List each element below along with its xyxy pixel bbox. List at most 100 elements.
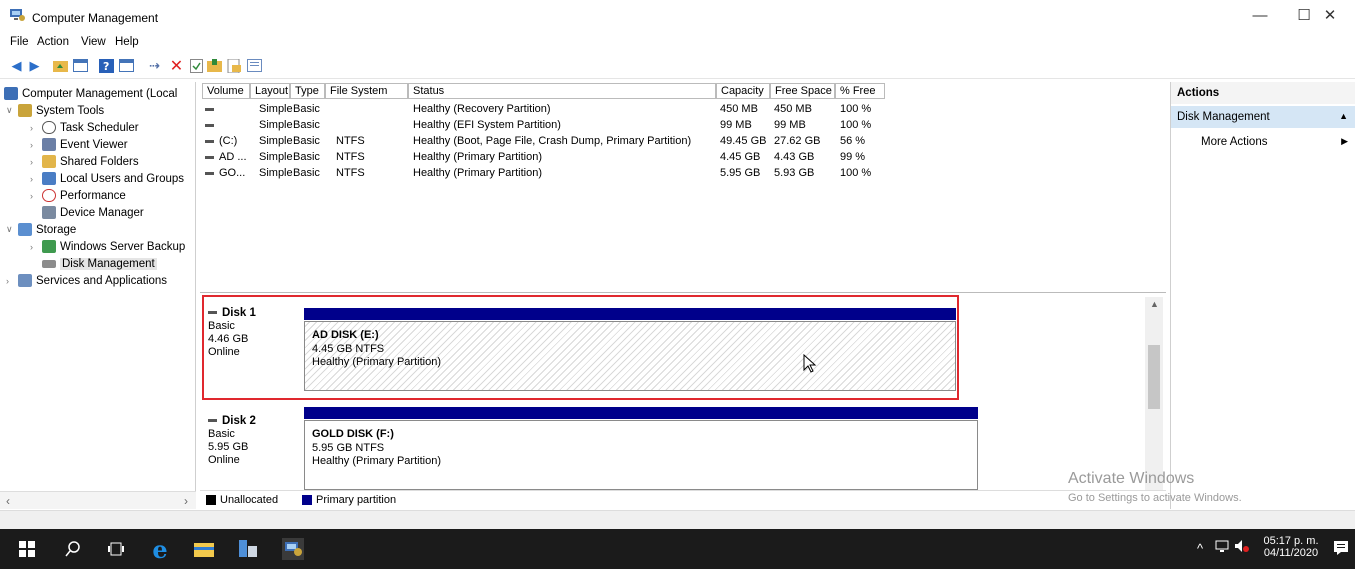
volume-list-header: Volume Layout Type File System Status Ca… [200,82,1166,100]
tree-item-event-viewer[interactable]: › Event Viewer [30,136,128,153]
show-tree-icon[interactable] [72,57,89,74]
clock-date: 04/11/2020 [1263,547,1319,559]
title-bar[interactable]: Computer Management — ☐ ✕ [0,0,1355,32]
actions-disk-management[interactable]: Disk Management ▲ [1171,106,1355,128]
scroll-right-icon[interactable]: › [184,494,188,508]
collapse-up-icon[interactable]: ▲ [1339,111,1348,121]
menu-action[interactable]: Action [37,36,69,48]
computer-management-icon[interactable] [282,538,304,560]
volume-icon [205,139,214,143]
column-header-free-space[interactable]: Free Space [770,83,835,99]
tree-item-storage[interactable]: ∨ Storage [6,221,76,238]
tree-item-windows-server-backup[interactable]: › Windows Server Backup [30,238,185,255]
tree-item-device-manager[interactable]: Device Manager [42,204,144,221]
back-arrow-icon[interactable]: ◀ [8,57,25,74]
status-cell: Healthy (Recovery Partition) [413,103,551,115]
table-row[interactable]: GO... Simple Basic NTFS Healthy (Primary… [200,166,1166,181]
disk-2-info[interactable]: Disk 2 Basic 5.95 GB Online [208,415,256,467]
clock[interactable]: 05:17 p. m. 04/11/2020 [1262,535,1320,559]
scroll-up-icon[interactable]: ▲ [1150,299,1159,309]
column-header-status[interactable]: Status [408,83,716,99]
chevron-down-icon[interactable]: ∨ [6,105,18,116]
tree-item-services-applications[interactable]: › Services and Applications [6,272,167,289]
rescan-icon[interactable] [188,57,205,74]
disk-2-row[interactable]: Disk 2 Basic 5.95 GB Online GOLD DISK (F… [200,403,985,490]
tree-item-disk-management[interactable]: Disk Management [42,255,157,272]
export-icon[interactable] [226,57,243,74]
percent-free-cell: 100 % [840,103,872,115]
file-explorer-icon[interactable] [193,538,215,560]
table-row[interactable]: AD ... Simple Basic NTFS Healthy (Primar… [200,150,1166,165]
partition-status: Healthy (Primary Partition) [312,455,441,467]
column-header-layout[interactable]: Layout [250,83,290,99]
refresh-icon[interactable] [206,57,223,74]
properties-icon[interactable]: ? [98,57,115,74]
menu-file[interactable]: File [10,36,29,48]
tree-item-performance[interactable]: › Performance [30,187,126,204]
tree-item-computer-management[interactable]: Computer Management (Local [4,85,177,102]
status-cell: Healthy (EFI System Partition) [413,119,561,131]
task-view-icon[interactable] [105,538,127,560]
notification-icon[interactable] [1333,540,1349,559]
internet-explorer-icon[interactable]: e [149,535,171,564]
column-header-type[interactable]: Type [290,83,325,99]
chevron-right-icon[interactable]: › [30,140,42,150]
volume-cell: (C:) [205,135,237,147]
chevron-right-icon[interactable]: › [30,191,42,201]
backup-icon [42,240,56,253]
connect-icon[interactable]: ⇢ [146,57,163,74]
delete-icon[interactable]: ✕ [168,57,185,75]
table-row[interactable]: (C:) Simple Basic NTFS Healthy (Boot, Pa… [200,134,1166,149]
volume-muted-icon[interactable] [1234,539,1250,556]
status-cell: Healthy (Primary Partition) [413,167,542,179]
tools-icon [18,104,32,117]
disk-type: Basic [208,428,235,440]
console-icon[interactable] [246,57,263,74]
server-manager-icon[interactable] [237,538,259,560]
submenu-arrow-icon: ▶ [1341,136,1348,146]
scrollbar-thumb[interactable] [1148,345,1160,409]
chevron-right-icon[interactable]: › [30,242,42,252]
menu-view[interactable]: View [81,36,106,48]
table-row[interactable]: Simple Basic Healthy (EFI System Partiti… [200,118,1166,133]
scroll-left-icon[interactable]: ‹ [6,494,10,508]
navigation-tree: Computer Management (Local ∨ System Tool… [0,82,196,509]
disk-view-vertical-scrollbar[interactable]: ▲ [1145,297,1163,490]
forward-arrow-icon[interactable]: ▶ [26,57,43,74]
tree-item-local-users[interactable]: › Local Users and Groups [30,170,184,187]
tree-horizontal-scrollbar[interactable]: ‹ › [0,491,196,509]
free-space-cell: 450 MB [774,103,812,115]
activate-windows-watermark: Activate Windows Go to Settings to activ… [1068,470,1242,504]
table-row[interactable]: Simple Basic Healthy (Recovery Partition… [200,102,1166,117]
free-space-cell: 4.43 GB [774,151,815,163]
column-header-file-system[interactable]: File System [325,83,408,99]
chevron-right-icon[interactable]: › [30,157,42,167]
percent-free-cell: 100 % [840,119,872,131]
tree-item-system-tools[interactable]: ∨ System Tools [6,102,104,119]
column-header-percent-free[interactable]: % Free [835,83,885,99]
status-cell: Healthy (Boot, Page File, Crash Dump, Pr… [413,135,692,147]
layout-cell: Simple [259,119,293,131]
menu-help[interactable]: Help [115,36,139,48]
fs-cell: NTFS [336,135,365,147]
partition-gold-disk[interactable]: GOLD DISK (F:) 5.95 GB NTFS Healthy (Pri… [304,420,978,490]
tray-chevron-up-icon[interactable]: ^ [1197,541,1203,556]
chevron-right-icon[interactable]: › [6,276,18,286]
partition-name: GOLD DISK (F:) [312,428,394,440]
minimize-button[interactable]: — [1240,6,1280,26]
up-folder-icon[interactable] [52,57,69,74]
search-icon[interactable] [62,538,84,560]
chevron-right-icon[interactable]: › [30,174,42,184]
column-header-capacity[interactable]: Capacity [716,83,770,99]
network-icon[interactable] [1215,539,1229,556]
capacity-cell: 99 MB [720,119,752,131]
tree-item-shared-folders[interactable]: › Shared Folders [30,153,139,170]
close-button[interactable]: ✕ [1310,6,1350,26]
chevron-right-icon[interactable]: › [30,123,42,133]
more-actions-item[interactable]: More Actions ▶ [1171,132,1355,152]
help-icon[interactable] [118,57,135,74]
column-header-volume[interactable]: Volume [202,83,250,99]
chevron-down-icon[interactable]: ∨ [6,224,18,235]
windows-start-icon[interactable] [16,538,38,560]
tree-item-task-scheduler[interactable]: › Task Scheduler [30,119,139,136]
